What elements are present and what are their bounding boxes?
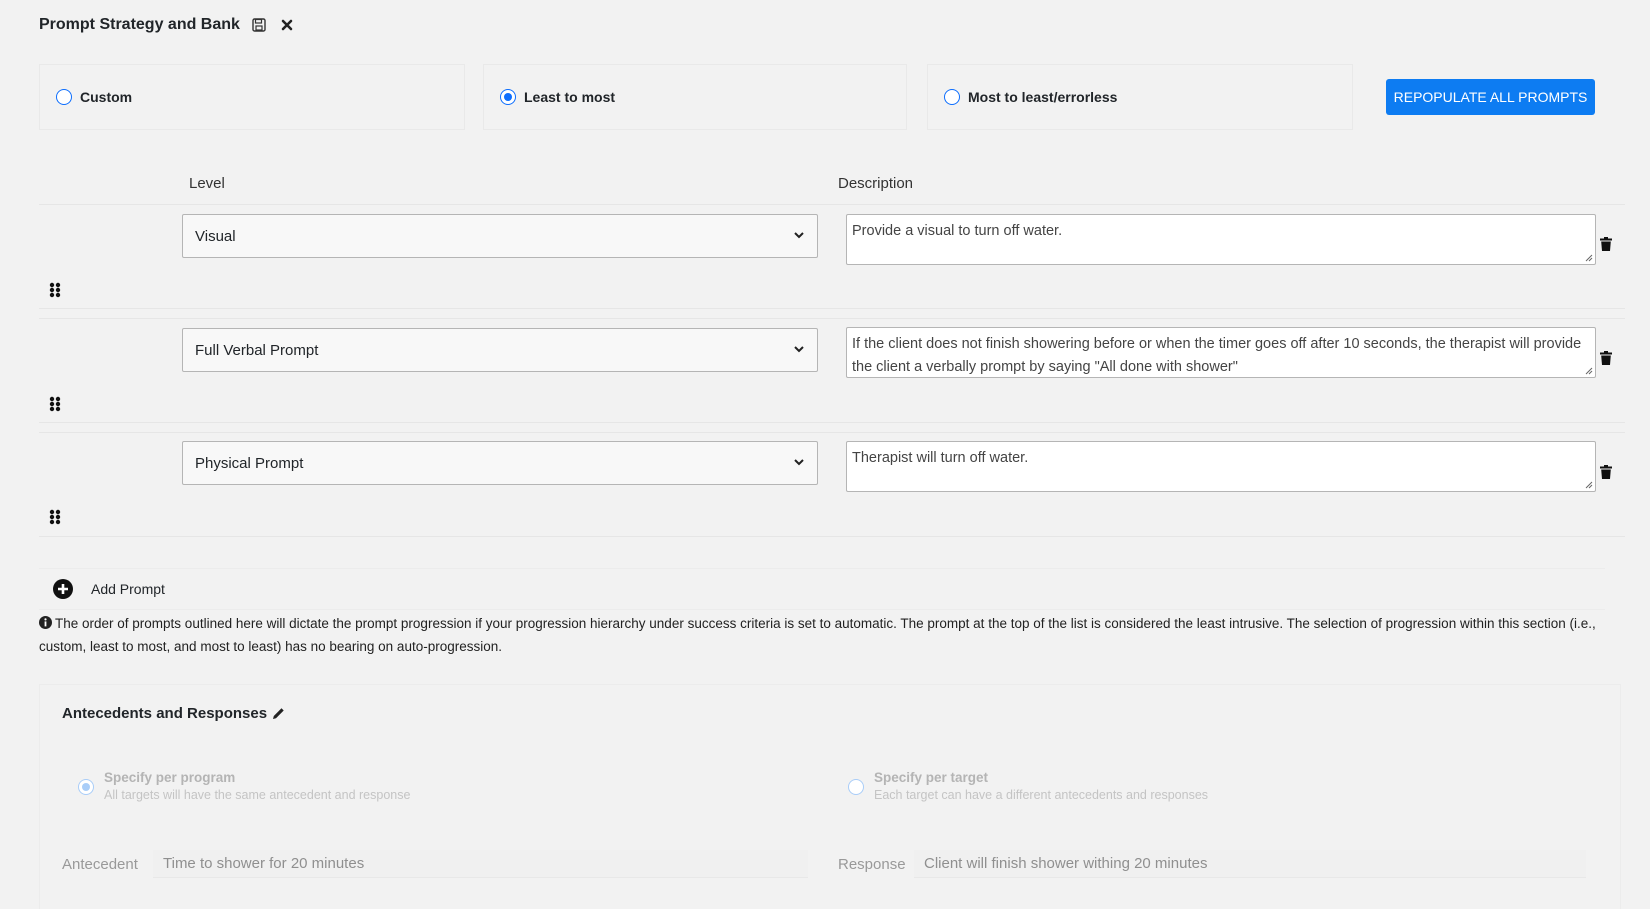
drag-handle-icon[interactable] — [49, 396, 61, 412]
level-select[interactable]: Visual — [182, 214, 818, 258]
resize-grip-icon[interactable] — [1584, 366, 1593, 375]
level-select-value: Full Verbal Prompt — [195, 341, 319, 359]
level-select-value: Physical Prompt — [195, 454, 304, 472]
description-text: Therapist will turn off water. — [852, 450, 1029, 466]
specify-per-program-option: Specify per program All targets will hav… — [78, 770, 410, 802]
page-title: Prompt Strategy and Bank — [39, 16, 240, 33]
repopulate-all-prompts-button[interactable]: REPOPULATE ALL PROMPTS — [1386, 79, 1595, 115]
chevron-down-icon — [794, 346, 804, 353]
trash-icon[interactable] — [1600, 351, 1612, 365]
add-circle-icon[interactable] — [53, 579, 73, 599]
custom-radio[interactable] — [56, 89, 72, 105]
strategy-option-least-to-most[interactable]: Least to most — [483, 64, 907, 130]
trash-icon[interactable] — [1600, 237, 1612, 251]
section-header: Prompt Strategy and Bank — [39, 16, 296, 34]
chevron-down-icon — [794, 459, 804, 466]
response-field: Client will finish shower withing 20 min… — [914, 850, 1586, 878]
add-prompt-label: Add Prompt — [91, 581, 165, 597]
description-textarea[interactable]: Provide a visual to turn off water. — [846, 214, 1596, 265]
per-program-radio — [78, 779, 94, 795]
drag-handle-icon[interactable] — [49, 509, 61, 525]
most-to-least-label: Most to least/errorless — [968, 89, 1118, 105]
per-program-subtitle: All targets will have the same anteceden… — [104, 788, 411, 802]
drag-handle-icon[interactable] — [49, 282, 61, 298]
level-column-header: Level — [189, 175, 225, 192]
antecedent-label: Antecedent — [62, 856, 138, 873]
specify-per-target-option: Specify per target Each target can have … — [848, 770, 1208, 802]
level-select-value: Visual — [195, 227, 236, 245]
least-to-most-label: Least to most — [524, 89, 616, 105]
antecedents-title: Antecedents and Responses — [62, 705, 268, 722]
description-textarea[interactable]: If the client does not finish showering … — [846, 327, 1596, 378]
per-target-radio — [848, 779, 864, 795]
close-icon[interactable] — [278, 16, 296, 34]
description-text: Provide a visual to turn off water. — [852, 223, 1063, 239]
add-prompt-button[interactable]: Add Prompt — [39, 568, 1605, 610]
custom-label: Custom — [80, 89, 133, 105]
save-icon[interactable] — [250, 16, 268, 34]
per-program-title: Specify per program — [104, 770, 236, 785]
antecedent-field: Time to shower for 20 minutes — [153, 850, 808, 878]
description-textarea[interactable]: Therapist will turn off water. — [846, 441, 1596, 492]
trash-icon[interactable] — [1600, 465, 1612, 479]
strategy-option-custom[interactable]: Custom — [39, 64, 465, 130]
resize-grip-icon[interactable] — [1584, 253, 1593, 262]
info-note: The order of prompts outlined here will … — [39, 612, 1599, 658]
description-text: If the client does not finish showering … — [852, 336, 1582, 375]
per-target-subtitle: Each target can have a different anteced… — [874, 788, 1209, 802]
info-icon — [39, 616, 52, 629]
level-select[interactable]: Physical Prompt — [182, 441, 818, 485]
per-target-title: Specify per target — [874, 770, 989, 785]
level-select[interactable]: Full Verbal Prompt — [182, 328, 818, 372]
least-to-most-radio[interactable] — [500, 89, 516, 105]
description-column-header: Description — [838, 175, 914, 192]
info-text: The order of prompts outlined here will … — [39, 616, 1596, 654]
antecedents-header: Antecedents and Responses — [62, 705, 285, 722]
pencil-icon[interactable] — [272, 707, 285, 720]
strategy-option-most-to-least[interactable]: Most to least/errorless — [927, 64, 1353, 130]
resize-grip-icon[interactable] — [1584, 480, 1593, 489]
chevron-down-icon — [794, 232, 804, 239]
response-label: Response — [838, 856, 906, 873]
most-to-least-radio[interactable] — [944, 89, 960, 105]
